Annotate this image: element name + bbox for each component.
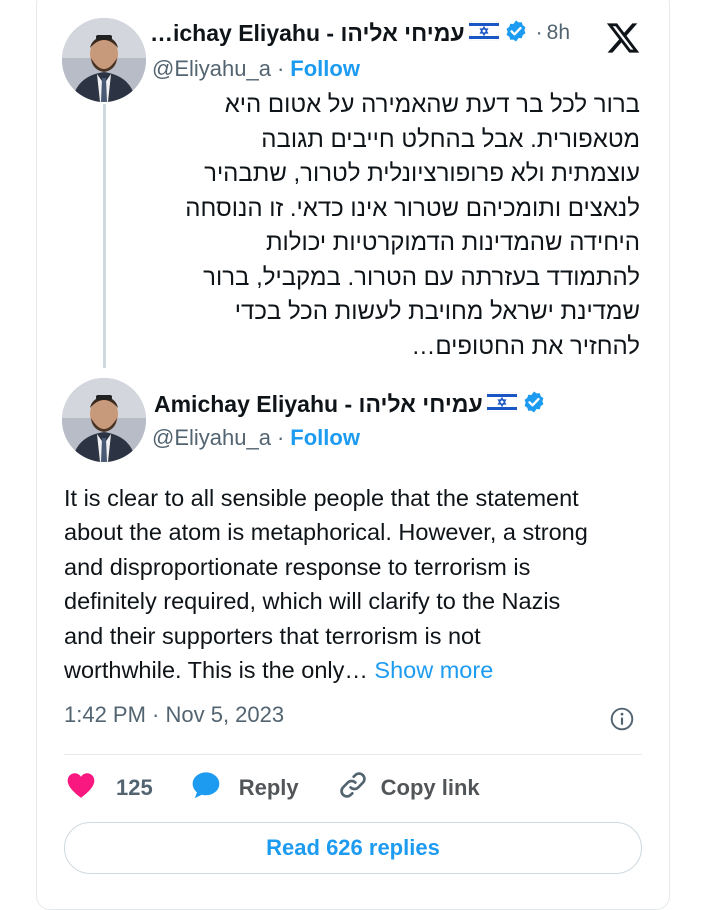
divider: [64, 754, 642, 755]
like-button[interactable]: 125: [64, 769, 153, 807]
tweet-age[interactable]: 8h: [547, 21, 570, 45]
display-name[interactable]: …ichay Eliyahu - עמיחי אליהו: [150, 20, 465, 47]
x-logo-icon[interactable]: [604, 20, 642, 61]
separator: ·: [535, 21, 543, 44]
thread-connector: [103, 104, 106, 368]
reply-label: Reply: [238, 775, 299, 800]
text-line: מטאפורית. אבל בהחלט חייבים תגובה: [261, 125, 640, 153]
follow-button[interactable]: Follow: [290, 425, 360, 451]
verified-badge-icon: [504, 19, 528, 48]
text-line: עוצמתית ולא פרופורציונלית לטרור, שתבהיר: [204, 160, 640, 187]
separator: ·: [276, 56, 285, 81]
action-bar: 125 Reply Copy link: [64, 770, 480, 806]
heart-icon: [64, 769, 98, 807]
read-replies-button[interactable]: Read 626 replies: [64, 822, 642, 874]
tweet-timestamp[interactable]: 1:42 PM · Nov 5, 2023: [64, 702, 284, 728]
main-tweet-header: Amichay Eliyahu - עמיחי אליהו: [154, 388, 546, 420]
text-line: definitely required, which will clarify …: [64, 588, 561, 615]
text-line: להחזיר את החטופים…: [411, 332, 640, 360]
last-line-text: worthwhile. This is the only…: [64, 657, 368, 684]
separator: ·: [276, 425, 285, 450]
avatar[interactable]: [62, 18, 146, 102]
follow-button[interactable]: Follow: [290, 56, 360, 82]
text-line: worthwhile. This is the only… Show more: [64, 653, 654, 687]
text-line: and disproportionate response to terrori…: [64, 553, 531, 580]
israel-flag-icon: [486, 391, 517, 417]
quoted-tweet-header: …ichay Eliyahu - עמיחי אליהו · 8h: [150, 17, 570, 49]
text-line: שמדינת ישראל מחויבת לעשות הכל בכדי: [234, 298, 640, 325]
main-tweet-handle-row: @Eliyahu_a · Follow: [152, 425, 360, 451]
copy-link-label: Copy link: [380, 775, 480, 800]
text-line: and their supporters that terrorism is n…: [64, 622, 481, 649]
text-line: לנאצים ותומכיהם שטרור אינו כדאי. זו הנוס…: [185, 194, 640, 222]
read-replies-label: Read 626 replies: [266, 835, 440, 860]
quoted-tweet-handle-row: @Eliyahu_a · Follow: [152, 56, 360, 82]
text-line: about the atom is metaphorical. However,…: [64, 519, 588, 546]
text-line: ברור לכל בר דעת שהאמירה על אטום היא: [224, 91, 640, 118]
verified-badge-icon: [522, 390, 546, 419]
israel-flag-icon: [468, 20, 499, 46]
handle[interactable]: @Eliyahu_a: [152, 425, 271, 451]
text-line: היחידה שהמדינות הדמוקרטיות יכולות: [265, 229, 640, 256]
text-line: להתמודד בעזרתה עם הטרור. במקביל, ברור: [203, 263, 640, 291]
speech-bubble-icon: [189, 769, 223, 807]
reply-button[interactable]: Reply: [189, 769, 299, 807]
link-icon: [337, 769, 369, 807]
quoted-tweet-text[interactable]: ברור לכל בר דעת שהאמירה על אטום היא מטאפ…: [156, 88, 640, 364]
info-icon[interactable]: [609, 706, 635, 737]
text-line: It is clear to all sensible people that …: [64, 485, 579, 511]
like-count: 125: [116, 775, 153, 800]
display-name[interactable]: Amichay Eliyahu - עמיחי אליהו: [154, 391, 483, 418]
show-more-link[interactable]: Show more: [374, 657, 493, 683]
main-tweet-text[interactable]: It is clear to all sensible people that …: [64, 481, 654, 687]
copy-link-button[interactable]: Copy link: [337, 769, 480, 807]
handle[interactable]: @Eliyahu_a: [152, 56, 271, 82]
avatar[interactable]: [62, 378, 146, 462]
